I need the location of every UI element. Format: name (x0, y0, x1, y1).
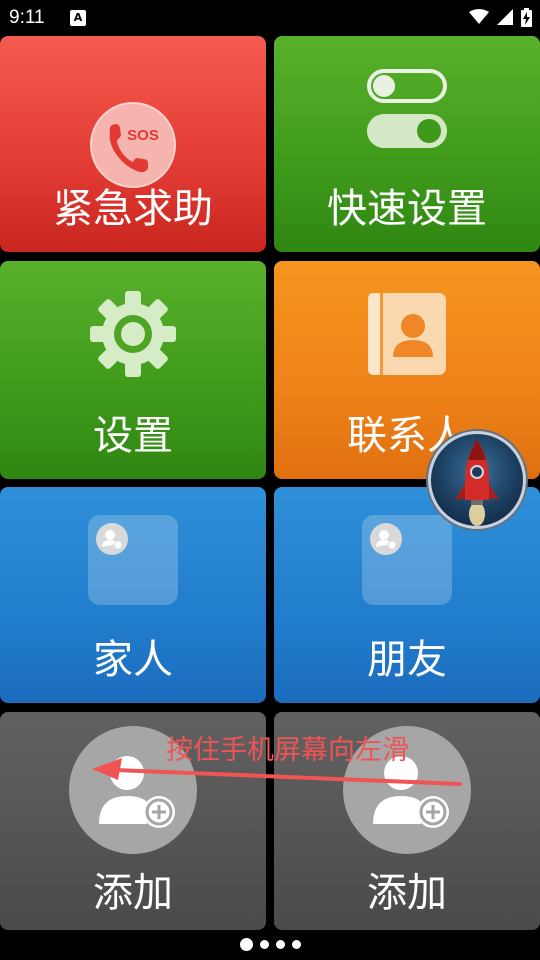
tile-quick-settings[interactable]: 快速设置 (274, 36, 540, 252)
wifi-icon (469, 9, 489, 24)
tile-quick-settings-label: 快速设置 (327, 186, 487, 232)
gear-icon (90, 291, 176, 377)
status-time: 9:11 (9, 7, 45, 28)
page-dot[interactable] (259, 940, 269, 949)
tile-add-right-label: 添加 (367, 870, 447, 916)
contact-avatar-icon (370, 523, 402, 555)
page-dot-active[interactable] (239, 938, 253, 951)
tile-settings-label: 设置 (93, 413, 173, 459)
tile-emergency-sos[interactable]: SOS 紧急求助 (0, 36, 266, 252)
page-indicator[interactable] (0, 938, 540, 951)
tile-emergency-sos-label: 紧急求助 (53, 186, 213, 232)
contact-avatar-icon (96, 523, 128, 555)
battery-charging-icon (521, 7, 532, 27)
floating-rocket-button[interactable] (428, 431, 526, 529)
page-dot[interactable] (291, 940, 301, 949)
folder-icon (88, 515, 178, 605)
tile-add-left-label: 添加 (93, 870, 173, 916)
status-icons (469, 6, 532, 28)
tile-friends-label: 朋友 (367, 637, 447, 683)
tile-settings[interactable]: 设置 (0, 261, 266, 479)
a-icon: A (70, 10, 86, 26)
tile-family-folder[interactable]: 家人 (0, 487, 266, 703)
status-bar: 9:11 A (0, 0, 540, 34)
signal-icon (497, 9, 513, 25)
sos-icon-text: SOS (127, 127, 159, 144)
swipe-left-arrow-icon (92, 758, 462, 786)
contacts-book-icon (368, 293, 446, 375)
rocket-icon (455, 440, 499, 526)
folder-icon (362, 515, 452, 605)
page-dot[interactable] (275, 940, 285, 949)
tile-family-label: 家人 (93, 637, 173, 683)
toggle-switches-icon (367, 69, 447, 148)
